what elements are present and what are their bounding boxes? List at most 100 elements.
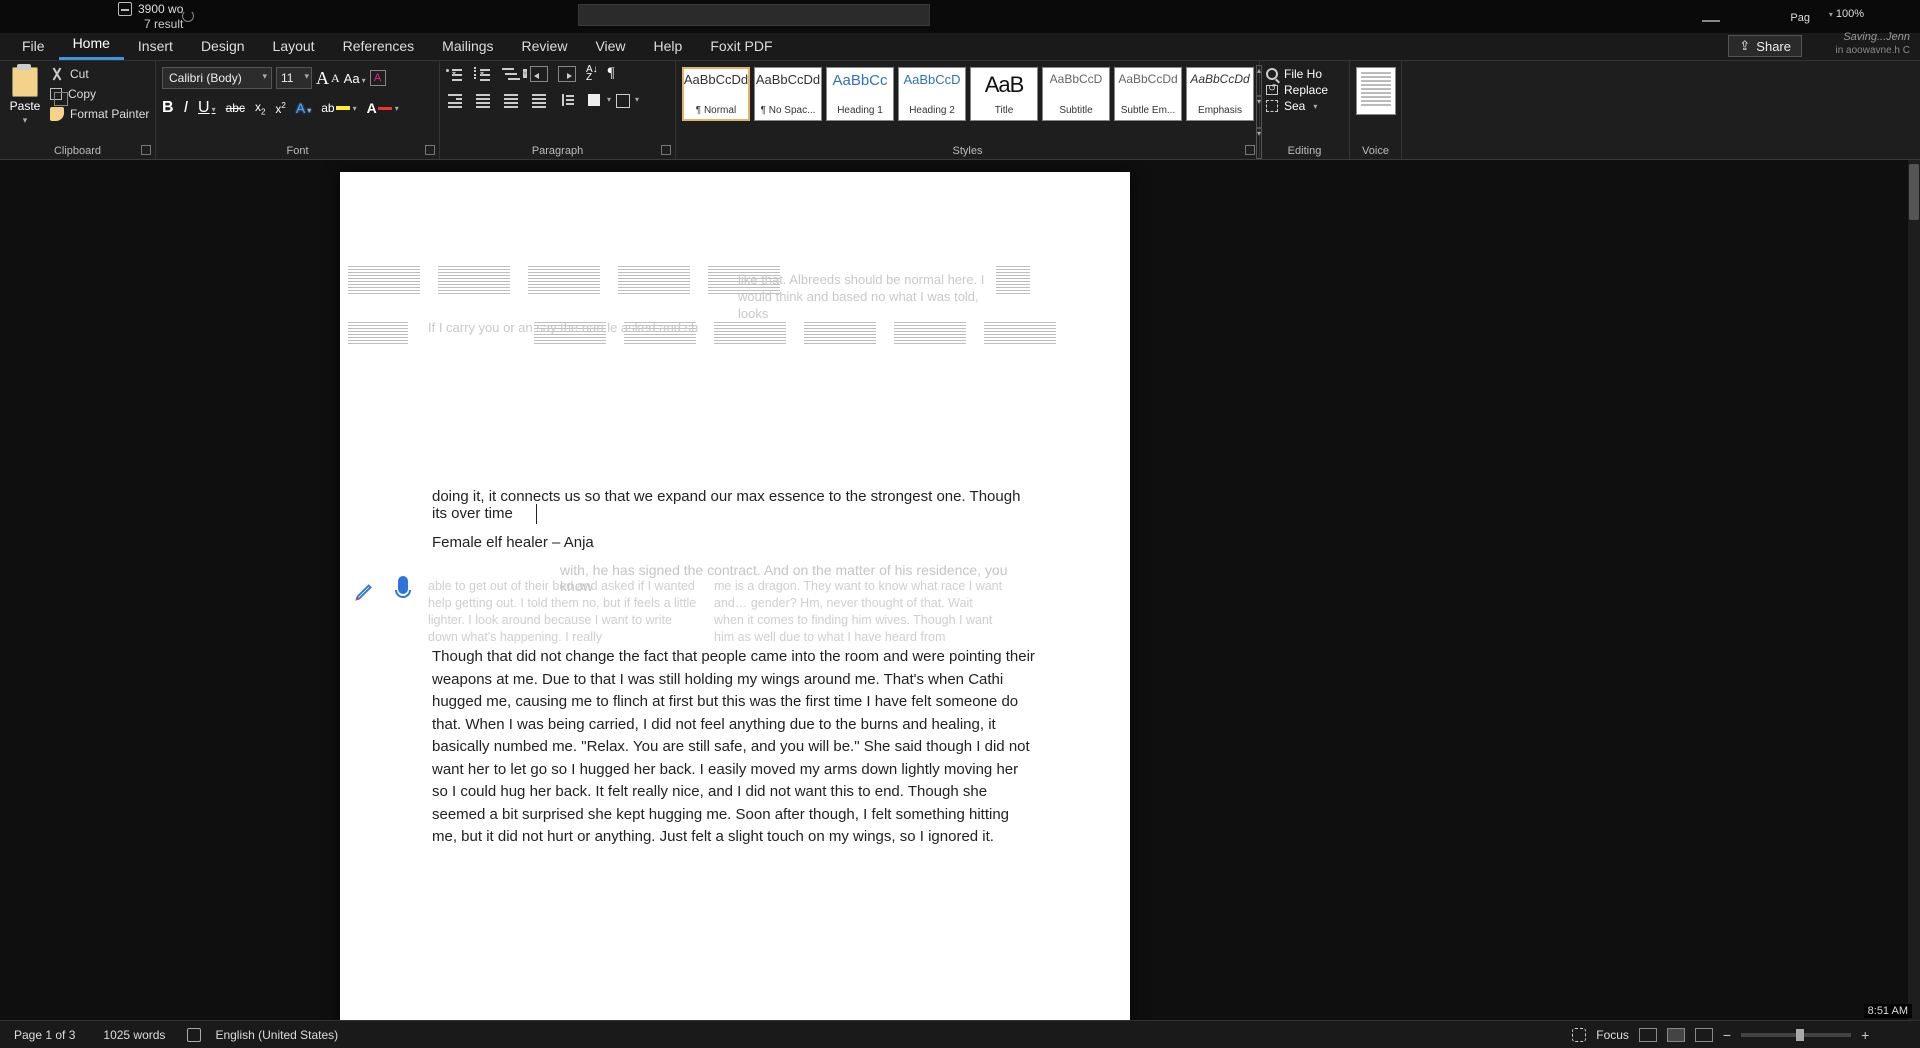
style-subtle-emphasis[interactable]: AaBbCcDdSubtle Em... — [1114, 67, 1182, 121]
tab-layout[interactable]: Layout — [259, 32, 329, 60]
nav-thumb[interactable] — [894, 322, 966, 346]
style-subtitle[interactable]: AaBbCcDSubtitle — [1042, 67, 1110, 121]
grow-font-button[interactable]: A — [316, 68, 329, 89]
bold-button[interactable]: B — [162, 99, 174, 117]
superscript-button[interactable]: x2 — [275, 101, 285, 116]
nav-thumb[interactable] — [528, 266, 600, 296]
dictate-mic-icon[interactable] — [394, 576, 412, 602]
highlight-color-button[interactable]: ab — [321, 101, 356, 115]
focus-mode-button[interactable]: Focus — [1596, 1028, 1629, 1042]
nav-thumb[interactable] — [618, 266, 690, 296]
tab-home[interactable]: Home — [59, 29, 124, 60]
subscript-button[interactable]: x2 — [255, 100, 265, 116]
scrollbar-thumb[interactable] — [1909, 164, 1919, 220]
nav-thumb[interactable] — [714, 322, 786, 346]
zoom-in-button[interactable]: + — [1861, 1027, 1869, 1043]
nav-thumb[interactable] — [804, 322, 876, 346]
font-size-combo[interactable]: 11 — [276, 67, 312, 89]
tab-mailings[interactable]: Mailings — [428, 32, 507, 60]
align-center-button[interactable] — [474, 92, 492, 108]
paste-button[interactable]: Paste ▾ — [6, 67, 44, 139]
view-print-layout[interactable] — [1667, 1028, 1685, 1042]
style-no-spacing[interactable]: AaBbCcDd¶ No Spac... — [754, 67, 822, 121]
shrink-font-button[interactable]: A — [331, 71, 340, 92]
window-minimize-icon[interactable] — [1702, 20, 1720, 22]
style-emphasis[interactable]: AaBbCcDdEmphasis — [1186, 67, 1254, 121]
font-color-button[interactable]: A — [367, 100, 399, 116]
tab-references[interactable]: References — [329, 32, 429, 60]
tab-insert[interactable]: Insert — [124, 32, 187, 60]
sort-button[interactable]: A↓Z — [586, 66, 598, 82]
editor-pen-icon[interactable] — [354, 580, 376, 602]
page[interactable]: like that. Albreeds should be normal her… — [340, 172, 1130, 1020]
borders-button[interactable] — [614, 92, 632, 108]
decrease-indent-button[interactable] — [530, 66, 548, 82]
group-styles: AaBbCcDd¶ Normal AaBbCcDd¶ No Spac... Aa… — [676, 61, 1260, 159]
body-text[interactable]: doing it, it connects us so that we expa… — [432, 488, 1032, 522]
status-words[interactable]: 1025 words — [89, 1028, 179, 1042]
tell-me-search[interactable] — [578, 4, 930, 26]
style-heading-2[interactable]: AaBbCcDHeading 2 — [898, 67, 966, 121]
clipboard-dialog-launcher[interactable] — [141, 145, 151, 155]
shading-button[interactable] — [586, 92, 604, 108]
paragraph-dialog-launcher[interactable] — [661, 145, 671, 155]
nav-thumb[interactable] — [438, 266, 510, 296]
style-heading-1[interactable]: AaBbCcHeading 1 — [826, 67, 894, 121]
format-painter-button[interactable]: Format Painter — [50, 107, 149, 121]
view-read-mode[interactable] — [1639, 1028, 1657, 1042]
wordcount-indicator[interactable]: 3900 wo — [118, 2, 183, 16]
tab-view[interactable]: View — [581, 32, 639, 60]
document-canvas[interactable]: like that. Albreeds should be normal her… — [0, 160, 1908, 1020]
refresh-icon[interactable] — [182, 10, 194, 22]
zoom-slider-knob[interactable] — [1796, 1029, 1804, 1041]
clear-formatting-button[interactable]: A — [370, 70, 386, 86]
format-painter-label: Format Painter — [70, 107, 149, 121]
tab-design[interactable]: Design — [187, 32, 259, 60]
zoom-slider[interactable] — [1741, 1033, 1851, 1037]
font-name-combo[interactable]: Calibri (Body) — [162, 67, 272, 89]
tab-help[interactable]: Help — [640, 32, 697, 60]
replace-button[interactable]: Replace — [1266, 83, 1343, 97]
styles-dialog-launcher[interactable] — [1245, 145, 1255, 155]
strikethrough-button[interactable]: abc — [226, 101, 245, 115]
line-spacing-button[interactable] — [558, 92, 576, 108]
style-normal[interactable]: AaBbCcDd¶ Normal — [682, 67, 750, 121]
zoom-out-button[interactable]: − — [1723, 1027, 1731, 1043]
multilevel-list-button[interactable] — [502, 66, 520, 82]
share-button[interactable]: ⇪ Share — [1728, 35, 1802, 57]
search-result-count[interactable]: 7 result — [144, 17, 183, 31]
increase-indent-button[interactable] — [558, 66, 576, 82]
nav-thumb[interactable] — [348, 266, 420, 296]
numbering-button[interactable] — [474, 66, 492, 82]
underline-button[interactable]: U — [198, 99, 216, 117]
nav-thumb[interactable] — [984, 322, 1056, 346]
align-right-button[interactable] — [502, 92, 520, 108]
chevron-down-icon[interactable]: ▾ — [23, 115, 28, 126]
align-left-button[interactable] — [446, 92, 464, 108]
view-web-layout[interactable] — [1695, 1028, 1713, 1042]
body-text[interactable]: Female elf healer – Anja — [432, 534, 594, 551]
text-effects-button[interactable]: A — [296, 100, 311, 116]
show-marks-button[interactable]: ¶ — [608, 65, 615, 82]
status-language[interactable]: English (United States) — [201, 1028, 352, 1042]
copy-button[interactable]: Copy — [50, 87, 149, 101]
justify-button[interactable] — [530, 92, 548, 108]
bullets-button[interactable] — [446, 66, 464, 82]
zoom-indicator-top[interactable]: 100% — [1829, 8, 1864, 20]
italic-button[interactable]: I — [184, 99, 188, 117]
tab-review[interactable]: Review — [508, 32, 582, 60]
change-case-button[interactable]: Aa — [344, 71, 366, 86]
dictate-button[interactable] — [1356, 67, 1396, 115]
font-dialog-launcher[interactable] — [425, 145, 435, 155]
cut-button[interactable]: Cut — [50, 67, 149, 81]
status-page[interactable]: Page 1 of 3 — [0, 1028, 89, 1042]
proofing-icon[interactable] — [187, 1028, 201, 1042]
vertical-scrollbar[interactable] — [1908, 160, 1920, 1020]
nav-thumb[interactable] — [348, 322, 408, 346]
tab-foxit[interactable]: Foxit PDF — [696, 32, 786, 60]
tab-file[interactable]: File — [8, 32, 59, 60]
body-text[interactable]: Though that did not change the fact that… — [432, 646, 1038, 849]
style-title[interactable]: AaBTitle — [970, 67, 1038, 121]
find-button[interactable]: File Ho — [1266, 67, 1343, 81]
select-button[interactable]: Sea — [1266, 99, 1343, 113]
